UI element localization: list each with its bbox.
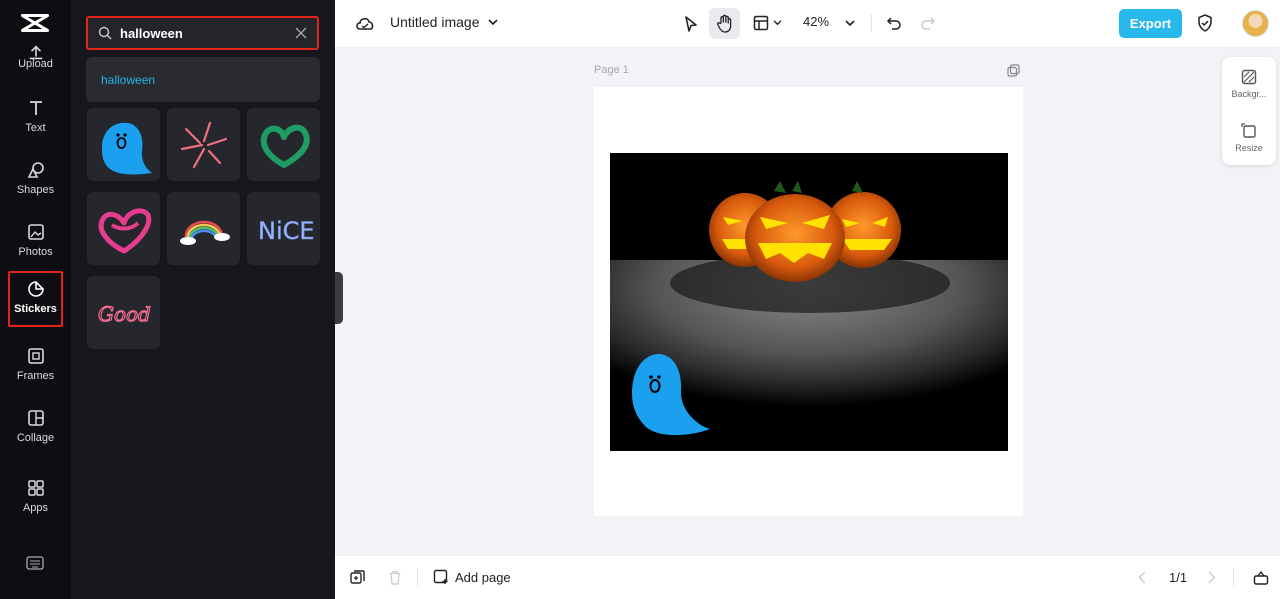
good-sticker-icon: Good [97, 301, 151, 326]
zoom-level[interactable]: 42% [803, 14, 829, 29]
sidebar-item-upload[interactable]: Upload [8, 36, 63, 92]
sticker-nice-text[interactable]: NiCE [247, 192, 320, 265]
hand-tool-button[interactable] [709, 8, 740, 39]
select-pointer-icon[interactable] [683, 15, 699, 33]
sticker-panel: halloween halloween NiCE Good [71, 0, 335, 599]
sticker-pink-sparkle[interactable] [167, 108, 240, 181]
background-tool[interactable]: Backgr... [1222, 69, 1276, 99]
ghost-sticker-icon [101, 122, 152, 175]
clear-icon[interactable] [295, 27, 307, 39]
sidebar-item-collage[interactable]: Collage [8, 402, 63, 458]
pink-heart-sticker-icon [98, 207, 151, 253]
halloween-pumpkins-photo[interactable] [610, 153, 1008, 451]
sticker-rainbow[interactable] [167, 192, 240, 265]
chevron-down-icon [773, 20, 782, 26]
sidebar-item-text[interactable]: Text [8, 92, 63, 148]
add-page-icon [433, 569, 448, 584]
sidebar-item-apps[interactable]: Apps [8, 472, 63, 528]
text-icon [29, 101, 42, 115]
pumpkins-image [632, 181, 950, 436]
prev-page-icon[interactable] [1138, 571, 1146, 584]
sticker-good-text[interactable]: Good [87, 276, 160, 349]
export-button[interactable]: Export [1119, 9, 1182, 38]
search-input[interactable] [120, 25, 295, 41]
stickers-icon [27, 281, 44, 297]
rainbow-sticker-icon [179, 220, 230, 245]
background-icon [1241, 69, 1257, 85]
green-heart-sticker-icon [260, 124, 310, 168]
collage-icon [27, 410, 44, 426]
layout-dropdown[interactable] [753, 15, 782, 31]
sticker-pink-heart[interactable] [87, 192, 160, 265]
keyboard-icon[interactable] [26, 556, 44, 570]
layout-icon [753, 15, 769, 31]
divider [871, 14, 872, 32]
sidebar-item-frames[interactable]: Frames [8, 340, 63, 396]
resize-tool[interactable]: Resize [1222, 123, 1276, 153]
sticker-green-heart[interactable] [247, 108, 320, 181]
next-page-icon[interactable] [1208, 571, 1216, 584]
divider [417, 569, 418, 586]
sparkle-sticker-icon [180, 121, 227, 168]
search-icon [98, 26, 112, 40]
search-suggestion[interactable]: halloween [86, 57, 320, 102]
page-counter: 1/1 [1169, 570, 1188, 585]
pages-panel-icon[interactable] [1253, 570, 1269, 585]
add-to-page-icon[interactable] [350, 570, 365, 585]
duplicate-page-icon[interactable] [1007, 64, 1020, 77]
sticker-blue-ghost[interactable] [87, 108, 160, 181]
sidebar-item-photos[interactable]: Photos [8, 216, 63, 272]
redo-icon[interactable] [920, 15, 936, 31]
svg-text:NiCE: NiCE [258, 217, 314, 245]
page-label: Page 1 [594, 64, 629, 76]
cloud-sync-icon[interactable] [355, 14, 375, 32]
upload-icon [29, 45, 43, 60]
resize-icon [1241, 123, 1256, 138]
photos-icon [27, 224, 44, 240]
top-bar: Untitled image 42% Export [335, 0, 1280, 48]
right-tools-panel: Backgr... Resize [1222, 57, 1276, 165]
bottom-bar: Add page 1/1 [335, 555, 1280, 599]
capcut-logo[interactable] [20, 10, 50, 36]
hand-icon [717, 14, 732, 33]
sticker-search-box[interactable] [86, 16, 319, 50]
panel-collapse-handle[interactable] [335, 272, 343, 324]
shield-icon[interactable] [1197, 14, 1213, 32]
chevron-down-icon [487, 18, 498, 25]
document-title[interactable]: Untitled image [390, 14, 498, 30]
nice-sticker-icon: NiCE [257, 216, 314, 245]
undo-icon[interactable] [886, 15, 902, 31]
divider [1233, 569, 1234, 586]
sidebar-item-stickers[interactable]: Stickers [8, 271, 63, 327]
add-page-button[interactable]: Add page [433, 569, 511, 585]
trash-icon[interactable] [388, 570, 402, 585]
apps-icon [27, 480, 44, 496]
frames-icon [27, 348, 44, 364]
zoom-chevron-down-icon[interactable] [845, 20, 855, 27]
svg-text:Good: Good [98, 302, 151, 326]
shapes-icon [27, 162, 44, 178]
left-rail: Upload Text Shapes Photos Stickers Frame… [0, 0, 71, 599]
sidebar-item-shapes[interactable]: Shapes [8, 154, 63, 210]
user-avatar[interactable] [1242, 10, 1269, 37]
